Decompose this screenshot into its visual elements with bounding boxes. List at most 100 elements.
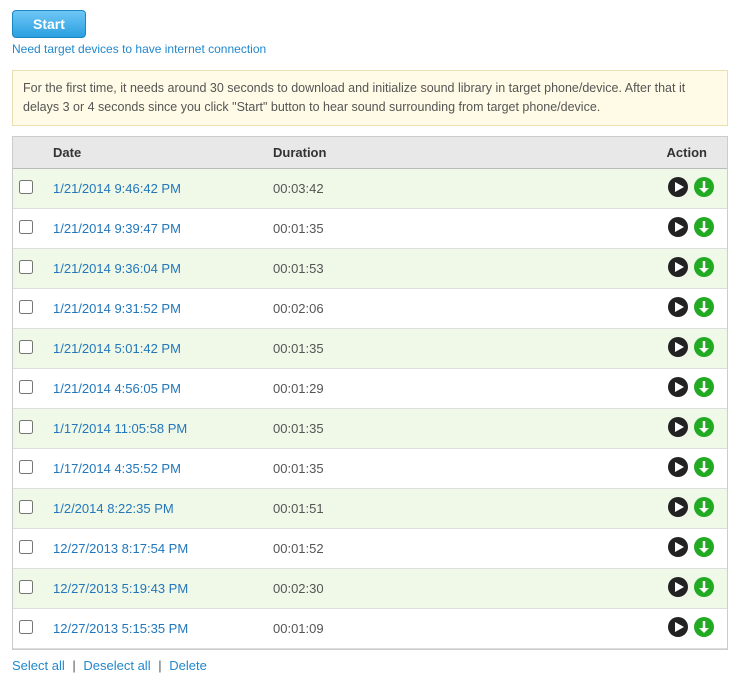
row-action bbox=[563, 488, 727, 528]
row-date: 1/17/2014 4:35:52 PM bbox=[43, 448, 263, 488]
row-checkbox[interactable] bbox=[19, 580, 33, 594]
row-date: 1/21/2014 4:56:05 PM bbox=[43, 368, 263, 408]
deselect-all-link[interactable]: Deselect all bbox=[83, 658, 150, 673]
table-row: 1/17/2014 4:35:52 PM00:01:35 bbox=[13, 448, 727, 488]
table-row: 1/2/2014 8:22:35 PM00:01:51 bbox=[13, 488, 727, 528]
row-date: 12/27/2013 5:15:35 PM bbox=[43, 608, 263, 648]
row-checkbox[interactable] bbox=[19, 180, 33, 194]
row-action bbox=[563, 528, 727, 568]
row-checkbox-cell bbox=[13, 608, 43, 648]
row-checkbox[interactable] bbox=[19, 460, 33, 474]
row-duration: 00:01:35 bbox=[263, 208, 563, 248]
download-button[interactable] bbox=[693, 416, 715, 441]
recordings-table-container: Date Duration Action 1/21/2014 9:46:42 P… bbox=[12, 136, 728, 650]
play-button[interactable] bbox=[667, 256, 689, 281]
action-header: Action bbox=[563, 137, 727, 169]
row-duration: 00:02:06 bbox=[263, 288, 563, 328]
row-duration: 00:02:30 bbox=[263, 568, 563, 608]
start-button[interactable]: Start bbox=[12, 10, 86, 38]
row-duration: 00:01:53 bbox=[263, 248, 563, 288]
separator-2: | bbox=[158, 658, 161, 673]
row-duration: 00:01:52 bbox=[263, 528, 563, 568]
row-action bbox=[563, 208, 727, 248]
table-row: 1/21/2014 4:56:05 PM00:01:29 bbox=[13, 368, 727, 408]
row-duration: 00:01:35 bbox=[263, 328, 563, 368]
row-duration: 00:01:51 bbox=[263, 488, 563, 528]
play-button[interactable] bbox=[667, 616, 689, 641]
row-checkbox-cell bbox=[13, 208, 43, 248]
table-row: 1/21/2014 9:39:47 PM00:01:35 bbox=[13, 208, 727, 248]
row-checkbox[interactable] bbox=[19, 260, 33, 274]
connection-note: Need target devices to have internet con… bbox=[12, 42, 728, 56]
play-button[interactable] bbox=[667, 376, 689, 401]
row-duration: 00:03:42 bbox=[263, 168, 563, 208]
row-checkbox[interactable] bbox=[19, 620, 33, 634]
row-checkbox-cell bbox=[13, 328, 43, 368]
row-checkbox[interactable] bbox=[19, 340, 33, 354]
table-row: 12/27/2013 8:17:54 PM00:01:52 bbox=[13, 528, 727, 568]
download-button[interactable] bbox=[693, 536, 715, 561]
row-action bbox=[563, 568, 727, 608]
play-button[interactable] bbox=[667, 456, 689, 481]
download-button[interactable] bbox=[693, 256, 715, 281]
duration-header: Duration bbox=[263, 137, 563, 169]
table-row: 1/17/2014 11:05:58 PM00:01:35 bbox=[13, 408, 727, 448]
row-action bbox=[563, 328, 727, 368]
play-button[interactable] bbox=[667, 216, 689, 241]
play-button[interactable] bbox=[667, 416, 689, 441]
top-bar: Start Need target devices to have intern… bbox=[0, 0, 740, 62]
table-row: 1/21/2014 9:36:04 PM00:01:53 bbox=[13, 248, 727, 288]
select-all-link[interactable]: Select all bbox=[12, 658, 65, 673]
row-date: 1/21/2014 9:39:47 PM bbox=[43, 208, 263, 248]
download-button[interactable] bbox=[693, 296, 715, 321]
row-checkbox-cell bbox=[13, 448, 43, 488]
row-action bbox=[563, 248, 727, 288]
play-button[interactable] bbox=[667, 176, 689, 201]
row-checkbox[interactable] bbox=[19, 380, 33, 394]
row-action bbox=[563, 368, 727, 408]
row-date: 1/21/2014 5:01:42 PM bbox=[43, 328, 263, 368]
table-row: 1/21/2014 9:31:52 PM00:02:06 bbox=[13, 288, 727, 328]
row-date: 1/17/2014 11:05:58 PM bbox=[43, 408, 263, 448]
play-button[interactable] bbox=[667, 576, 689, 601]
row-duration: 00:01:35 bbox=[263, 448, 563, 488]
download-button[interactable] bbox=[693, 576, 715, 601]
play-button[interactable] bbox=[667, 536, 689, 561]
play-button[interactable] bbox=[667, 496, 689, 521]
row-checkbox[interactable] bbox=[19, 500, 33, 514]
download-button[interactable] bbox=[693, 496, 715, 521]
download-button[interactable] bbox=[693, 456, 715, 481]
row-duration: 00:01:09 bbox=[263, 608, 563, 648]
download-button[interactable] bbox=[693, 616, 715, 641]
download-button[interactable] bbox=[693, 376, 715, 401]
row-checkbox[interactable] bbox=[19, 420, 33, 434]
play-button[interactable] bbox=[667, 296, 689, 321]
table-row: 1/21/2014 5:01:42 PM00:01:35 bbox=[13, 328, 727, 368]
row-action bbox=[563, 608, 727, 648]
download-button[interactable] bbox=[693, 216, 715, 241]
row-checkbox-cell bbox=[13, 288, 43, 328]
row-checkbox-cell bbox=[13, 368, 43, 408]
row-duration: 00:01:35 bbox=[263, 408, 563, 448]
row-duration: 00:01:29 bbox=[263, 368, 563, 408]
row-checkbox-cell bbox=[13, 248, 43, 288]
row-action bbox=[563, 288, 727, 328]
footer-links: Select all | Deselect all | Delete bbox=[0, 650, 740, 681]
row-checkbox[interactable] bbox=[19, 220, 33, 234]
row-action bbox=[563, 448, 727, 488]
separator-1: | bbox=[72, 658, 75, 673]
download-button[interactable] bbox=[693, 336, 715, 361]
row-date: 1/21/2014 9:36:04 PM bbox=[43, 248, 263, 288]
row-date: 12/27/2013 5:19:43 PM bbox=[43, 568, 263, 608]
row-checkbox[interactable] bbox=[19, 300, 33, 314]
row-checkbox-cell bbox=[13, 408, 43, 448]
row-date: 12/27/2013 8:17:54 PM bbox=[43, 528, 263, 568]
table-header-row: Date Duration Action bbox=[13, 137, 727, 169]
recordings-table: Date Duration Action 1/21/2014 9:46:42 P… bbox=[13, 137, 727, 649]
row-checkbox[interactable] bbox=[19, 540, 33, 554]
delete-link[interactable]: Delete bbox=[169, 658, 207, 673]
row-date: 1/21/2014 9:31:52 PM bbox=[43, 288, 263, 328]
row-date: 1/21/2014 9:46:42 PM bbox=[43, 168, 263, 208]
play-button[interactable] bbox=[667, 336, 689, 361]
download-button[interactable] bbox=[693, 176, 715, 201]
